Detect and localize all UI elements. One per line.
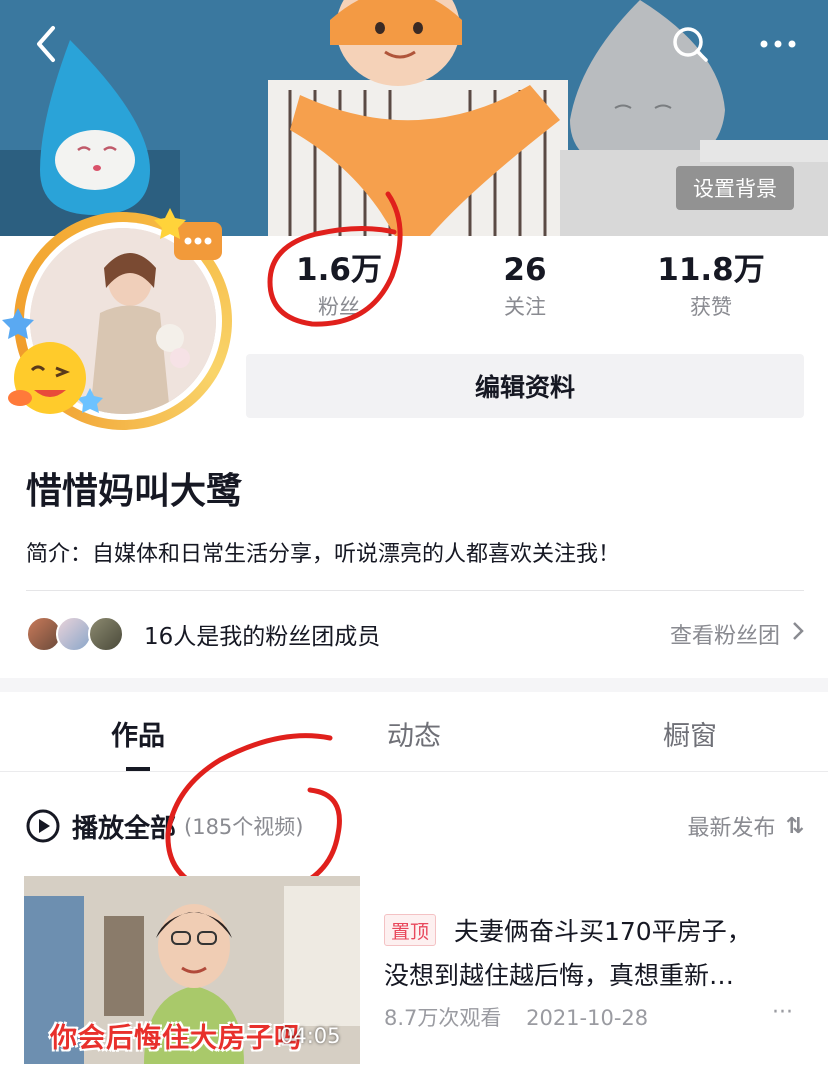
view-fan-group-label: 查看粉丝团 (669, 624, 780, 649)
play-circle-icon[interactable] (26, 809, 60, 843)
view-fan-group-link[interactable]: 查看粉丝团 (670, 618, 804, 650)
stat-following-label: 关注 (504, 295, 546, 319)
video-count: (185个视频) (184, 815, 304, 839)
stat-likes-value: 11.8万 (657, 252, 765, 288)
fan-avatar-stack (26, 614, 130, 654)
stat-followers-value: 1.6万 (296, 252, 382, 288)
chevron-left-icon (37, 26, 55, 62)
fan-group-text: 16人是我的粉丝团成员 (144, 624, 381, 650)
section-separator (0, 678, 828, 692)
content-tabs: 作品 动态 橱窗 (0, 692, 828, 772)
bio-text: 简介：自媒体和日常生活分享，听说漂亮的人都喜欢关注我！ (26, 542, 621, 567)
video-more-button[interactable]: ··· (772, 1000, 793, 1025)
video-title-line2[interactable]: 没想到越住越后悔，真想重新… (384, 956, 734, 992)
video-meta: 8.7万次观看 2021-10-28 (384, 1002, 648, 1032)
tab-works[interactable]: 作品 (0, 692, 276, 771)
fan-avatar (88, 616, 124, 652)
tab-showcase-label: 橱窗 (663, 721, 717, 752)
back-button[interactable] (20, 18, 72, 70)
set-background-button[interactable]: 设置背景 (676, 166, 794, 210)
pinned-badge: 置顶 (384, 914, 437, 946)
stat-following-value: 26 (503, 252, 547, 288)
search-button[interactable] (664, 18, 716, 70)
play-all-row: 播放全部 (185个视频) 最新发布 ⇅ (26, 800, 804, 852)
sort-icon: ⇅ (785, 813, 804, 839)
sort-label: 最新发布 (687, 816, 776, 841)
thumbnail-caption: 你会后悔住大房子吗 (50, 1023, 302, 1054)
fan-group-row[interactable]: 16人是我的粉丝团成员 查看粉丝团 (26, 608, 804, 660)
stat-following[interactable]: 26 关注 (432, 248, 618, 330)
chevron-right-icon (792, 621, 804, 647)
tab-activity[interactable]: 动态 (276, 692, 552, 771)
play-all-button[interactable]: 播放全部 (72, 808, 176, 845)
video-date: 2021-10-28 (526, 1006, 649, 1030)
stats-row: 1.6万 粉丝 26 关注 11.8万 获赞 (246, 248, 806, 330)
tab-showcase[interactable]: 橱窗 (552, 692, 828, 771)
avatar[interactable] (0, 198, 240, 438)
video-thumbnail[interactable]: 你会后悔住大房子吗 04:05 (24, 876, 360, 1064)
video-title-line1[interactable]: 夫妻俩奋斗买170平房子， (454, 912, 752, 948)
nickname: 惜惜妈叫大鹭 (26, 471, 243, 512)
edit-profile-button[interactable]: 编辑资料 (246, 354, 804, 418)
avatar-photo (30, 228, 216, 414)
stat-likes[interactable]: 11.8万 获赞 (618, 248, 804, 330)
divider (26, 590, 804, 591)
more-dots-icon (760, 40, 796, 48)
stat-followers[interactable]: 1.6万 粉丝 (246, 248, 432, 330)
video-duration: 04:05 (280, 1024, 341, 1048)
fan-avatar (56, 616, 92, 652)
more-button[interactable] (752, 18, 804, 70)
search-icon (673, 27, 708, 62)
tab-active-indicator (126, 767, 150, 771)
stat-likes-label: 获赞 (690, 295, 732, 319)
sort-selector[interactable]: 最新发布 ⇅ (688, 810, 804, 842)
stat-followers-label: 粉丝 (318, 295, 360, 319)
avatar-inner (24, 222, 222, 420)
video-views: 8.7万次观看 (384, 1006, 502, 1030)
tab-activity-label: 动态 (387, 721, 441, 752)
video-item[interactable]: 你会后悔住大房子吗 04:05 置顶 夫妻俩奋斗买170平房子， 没想到越住越后… (24, 876, 804, 1064)
tab-works-label: 作品 (111, 721, 165, 752)
